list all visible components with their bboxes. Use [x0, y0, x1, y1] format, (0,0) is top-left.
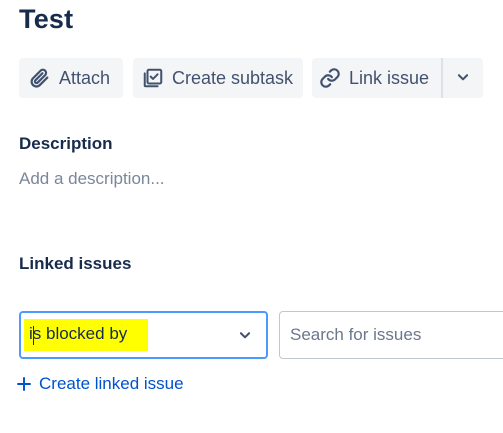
- search-issues-input[interactable]: [279, 311, 503, 359]
- attach-label: Attach: [59, 67, 111, 88]
- chevron-down-icon: [238, 328, 252, 347]
- plus-icon: [15, 375, 33, 393]
- link-issue-label: Link issue: [349, 67, 430, 88]
- link-issue-button[interactable]: Link issue: [312, 58, 441, 98]
- link-type-value: is blocked by: [24, 319, 149, 351]
- create-subtask-label: Create subtask: [172, 67, 294, 88]
- chevron-down-icon: [456, 68, 470, 89]
- create-subtask-button[interactable]: Create subtask: [133, 58, 303, 98]
- link-type-select[interactable]: is blocked by: [19, 311, 268, 359]
- attach-button[interactable]: Attach: [19, 58, 123, 98]
- create-linked-issue-label: Create linked issue: [39, 374, 184, 393]
- issue-title[interactable]: Test: [19, 4, 73, 35]
- description-heading: Description: [19, 134, 113, 153]
- paperclip-icon: [29, 67, 51, 89]
- subtask-icon: [142, 67, 164, 89]
- description-field[interactable]: Add a description...: [19, 169, 165, 189]
- more-actions-button[interactable]: [443, 58, 483, 98]
- create-linked-issue-button[interactable]: Create linked issue: [15, 374, 184, 394]
- link-icon: [319, 67, 341, 89]
- linked-issues-heading: Linked issues: [19, 254, 132, 273]
